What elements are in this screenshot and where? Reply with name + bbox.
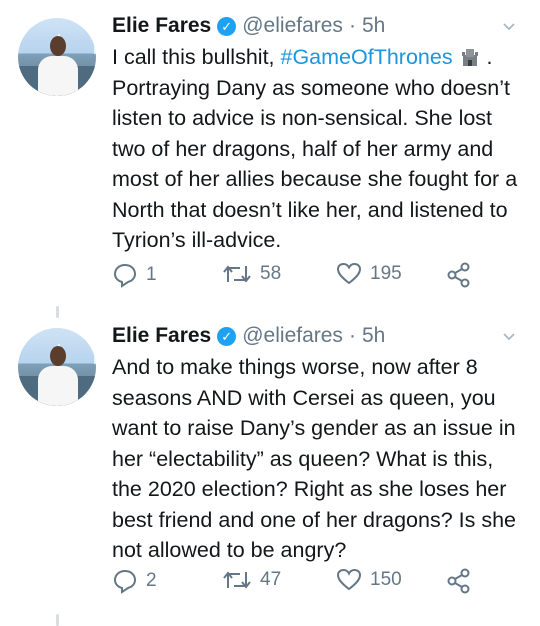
tweet-time[interactable]: 5h — [362, 14, 385, 38]
avatar[interactable] — [18, 328, 96, 406]
retweet-button[interactable]: 58 — [222, 262, 281, 286]
like-count: 195 — [370, 263, 402, 284]
thread-connector — [56, 306, 59, 318]
avatar[interactable] — [18, 18, 96, 96]
hashtag-link[interactable]: #GameOfThrones — [281, 45, 453, 69]
retweet-count: 58 — [260, 263, 282, 284]
author-handle[interactable]: @eliefares — [242, 324, 343, 348]
retweet-count: 47 — [260, 569, 282, 590]
tweet-header: Elie Fares ✓ @eliefares · 5h — [112, 322, 385, 350]
separator: · — [348, 324, 356, 347]
like-icon — [336, 262, 362, 285]
tweet-actions: 2 47 150 — [112, 568, 492, 598]
retweet-icon — [223, 571, 251, 589]
reply-icon — [113, 569, 137, 594]
verified-icon: ✓ — [217, 16, 237, 36]
like-button[interactable]: 150 — [336, 568, 402, 592]
author-name[interactable]: Elie Fares — [112, 324, 211, 348]
separator: · — [348, 14, 356, 37]
chevron-down-icon[interactable] — [502, 20, 516, 34]
tweet-text-rest: Portraying Dany as someone who doesn’t l… — [112, 75, 518, 253]
author-name[interactable]: Elie Fares — [112, 14, 211, 38]
verified-icon: ✓ — [217, 326, 237, 346]
share-button[interactable] — [446, 568, 472, 594]
reply-icon — [113, 263, 137, 288]
reply-count: 2 — [146, 570, 157, 591]
reply-count: 1 — [146, 264, 157, 285]
tweet-text-period: . — [486, 45, 493, 69]
like-count: 150 — [370, 569, 402, 590]
castle-emoji-icon — [461, 49, 478, 66]
reply-button[interactable]: 1 — [112, 262, 157, 288]
retweet-icon — [223, 265, 251, 283]
share-icon — [447, 568, 470, 594]
like-button[interactable]: 195 — [336, 262, 402, 286]
tweet-text: And to make things worse, now after 8 se… — [112, 355, 516, 562]
thread-connector — [56, 614, 59, 626]
share-button[interactable] — [446, 262, 472, 288]
share-icon — [447, 262, 470, 288]
author-handle[interactable]: @eliefares — [242, 14, 343, 38]
tweet-text: I call this bullshit, #GameOfThrones . P… — [112, 42, 527, 256]
tweet-actions: 1 58 195 — [112, 262, 492, 292]
chevron-down-icon[interactable] — [502, 330, 516, 344]
like-icon — [336, 568, 362, 591]
retweet-button[interactable]: 47 — [222, 568, 281, 592]
tweet-time[interactable]: 5h — [362, 324, 385, 348]
tweet-header: Elie Fares ✓ @eliefares · 5h — [112, 12, 385, 40]
tweet-text-start: I call this bullshit, — [112, 45, 275, 69]
reply-button[interactable]: 2 — [112, 568, 157, 594]
